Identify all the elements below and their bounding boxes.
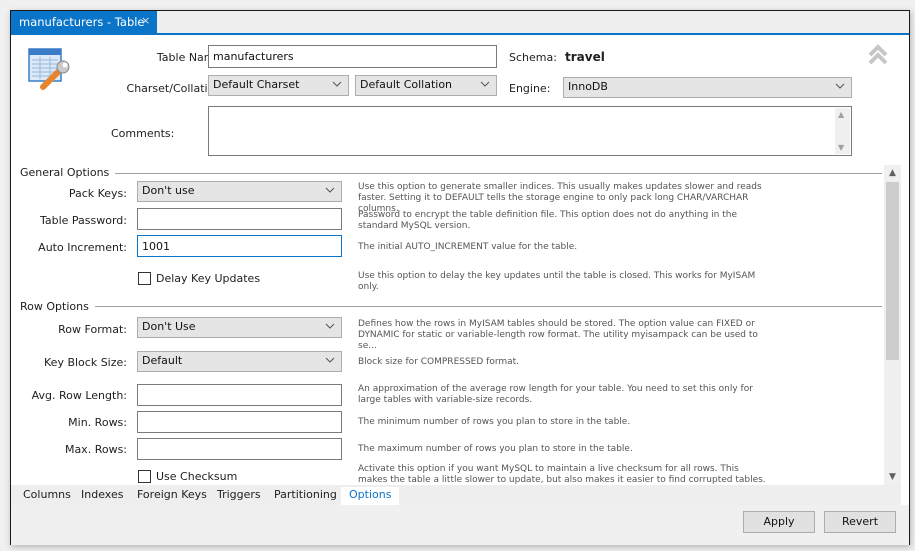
engine-select[interactable]: InnoDB	[563, 77, 852, 98]
auto-increment-help: The initial AUTO_INCREMENT value for the…	[358, 242, 578, 252]
key-block-size-value: Default	[142, 354, 183, 367]
key-block-size-select[interactable]: Default	[137, 351, 342, 372]
use-checksum-label[interactable]: Use Checksum	[156, 470, 237, 483]
pack-keys-label: Pack Keys:	[68, 187, 127, 200]
tab-foreign-keys[interactable]: Foreign Keys	[131, 487, 213, 505]
scroll-down-icon[interactable]: ▼	[838, 143, 844, 152]
collation-select-value: Default Collation	[360, 78, 453, 91]
comments-scrollbar[interactable]: ▲ ▼	[835, 108, 850, 154]
min-rows-input[interactable]	[137, 411, 342, 433]
avg-row-length-help: An approximation of the average row leng…	[358, 384, 753, 405]
avg-row-length-label: Avg. Row Length:	[31, 389, 127, 402]
max-rows-input[interactable]	[137, 438, 342, 460]
tab-underline	[11, 33, 909, 35]
max-rows-help: The maximum number of rows you plan to s…	[358, 444, 633, 454]
chevron-down-icon	[480, 81, 490, 87]
document-tab-bar: manufacturers - Table ×	[11, 11, 909, 33]
engine-select-value: InnoDB	[568, 80, 608, 93]
table-password-input[interactable]	[137, 208, 342, 230]
min-rows-label: Min. Rows:	[68, 416, 127, 429]
row-options-title: Row Options	[20, 300, 95, 313]
tab-columns[interactable]: Columns	[17, 487, 77, 505]
editor-tab-strip: Columns Indexes Foreign Keys Triggers Pa…	[11, 485, 901, 505]
chevron-down-icon	[835, 83, 845, 89]
key-block-size-label: Key Block Size:	[44, 356, 127, 369]
max-rows-label: Max. Rows:	[64, 443, 127, 456]
use-checksum-help: Activate this option if you want MySQL t…	[358, 464, 766, 484]
tab-partitioning[interactable]: Partitioning	[268, 487, 343, 505]
avg-row-length-input[interactable]	[137, 384, 342, 406]
pack-keys-value: Don't use	[142, 184, 195, 197]
collapse-header-icon[interactable]	[868, 44, 888, 66]
chevron-down-icon	[325, 187, 335, 193]
row-format-help: Defines how the rows in MyISAM tables sh…	[358, 319, 758, 351]
tab-indexes[interactable]: Indexes	[75, 487, 129, 505]
general-options-divider	[20, 173, 882, 174]
table-editor-icon	[28, 48, 70, 90]
row-format-label: Row Format:	[58, 323, 127, 336]
table-editor-window: manufacturers - Table × Table Name: Sche…	[10, 10, 910, 545]
options-scrollbar[interactable]: ▲ ▼	[884, 165, 901, 485]
table-password-help: Password to encrypt the table definition…	[358, 210, 738, 231]
min-rows-help: The minimum number of rows you plan to s…	[358, 417, 631, 427]
delay-key-updates-help: Use this option to delay the key updates…	[358, 271, 756, 292]
scroll-up-icon[interactable]: ▲	[838, 110, 844, 119]
chevron-down-icon	[325, 357, 335, 363]
chevron-down-icon	[325, 323, 335, 329]
tab-options[interactable]: Options	[341, 487, 400, 505]
scroll-up-icon[interactable]: ▲	[884, 165, 901, 181]
charset-select-value: Default Charset	[213, 78, 300, 91]
tab-triggers[interactable]: Triggers	[211, 487, 267, 505]
collation-select[interactable]: Default Collation	[355, 75, 497, 96]
auto-increment-label: Auto Increment:	[38, 241, 127, 254]
close-icon[interactable]: ×	[141, 14, 150, 27]
pack-keys-select[interactable]: Don't use	[137, 181, 342, 202]
row-format-value: Don't Use	[142, 320, 196, 333]
table-name-input[interactable]	[208, 45, 497, 68]
table-password-label: Table Password:	[39, 214, 127, 227]
delay-key-updates-checkbox[interactable]	[138, 272, 151, 285]
row-format-select[interactable]: Don't Use	[137, 317, 342, 338]
apply-button[interactable]: Apply	[743, 511, 815, 533]
delay-key-updates-label[interactable]: Delay Key Updates	[156, 272, 260, 285]
use-checksum-checkbox[interactable]	[138, 470, 151, 483]
scrollbar-thumb[interactable]	[886, 182, 899, 360]
schema-label: Schema:	[509, 51, 557, 64]
document-tab[interactable]: manufacturers - Table ×	[11, 11, 157, 33]
document-tab-title: manufacturers - Table	[19, 15, 145, 29]
revert-button[interactable]: Revert	[824, 511, 896, 533]
schema-value: travel	[565, 50, 605, 64]
comments-textarea[interactable]: ▲ ▼	[208, 106, 852, 156]
row-options-divider	[20, 306, 882, 307]
charset-collation-label: Charset/Collation:	[126, 82, 225, 95]
general-options-title: General Options	[20, 166, 116, 179]
auto-increment-input[interactable]	[137, 235, 342, 257]
comments-label: Comments:	[111, 127, 175, 140]
scroll-down-icon[interactable]: ▼	[884, 469, 901, 485]
charset-select[interactable]: Default Charset	[208, 75, 349, 96]
key-block-size-help: Block size for COMPRESSED format.	[358, 357, 520, 367]
chevron-down-icon	[332, 81, 342, 87]
engine-label: Engine:	[509, 82, 551, 95]
